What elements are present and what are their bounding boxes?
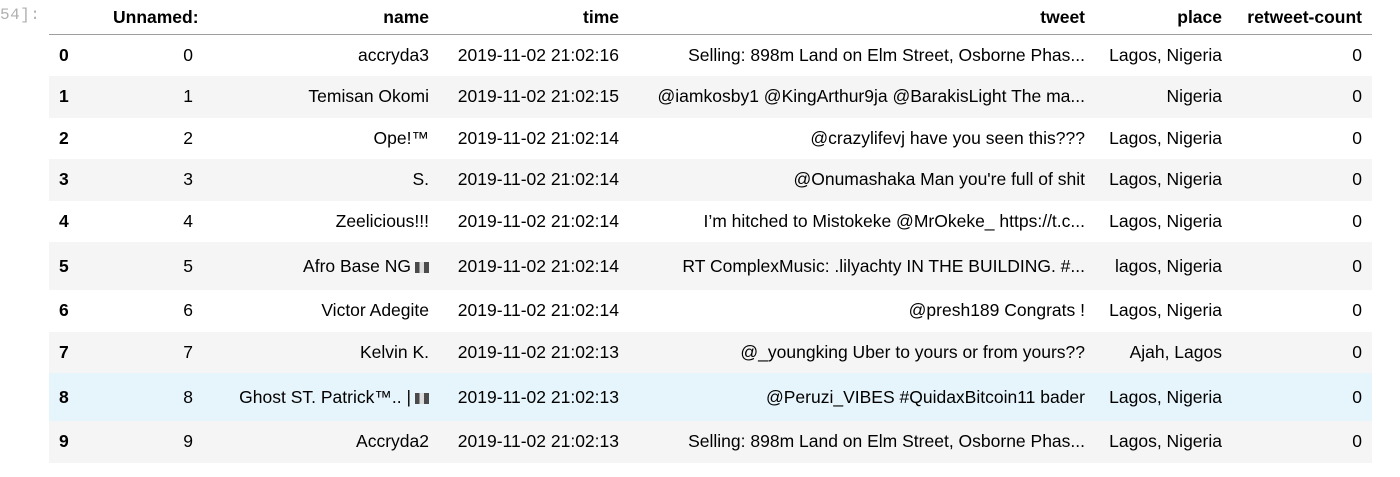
cell-time: 2019-11-02 21:02:14: [457, 169, 619, 190]
cell-name-text: Ghost ST. Patrick™.. |: [239, 386, 411, 407]
table-row: 0 0 accryda3 2019-11-02 21:02:16 Selling…: [49, 34, 1372, 76]
table-row: 1 1 Temisan Okomi 2019-11-02 21:02:15 @i…: [49, 76, 1372, 118]
row-index: 9: [59, 431, 69, 452]
header-row: Unnamed: 0 name time tweet place retweet…: [49, 0, 1372, 35]
cell-retweet-count: 0: [1352, 255, 1362, 276]
table-row: 6 6 Victor Adegite 2019-11-02 21:02:14 @…: [49, 290, 1372, 332]
cell-unnamed: 9: [183, 431, 193, 452]
cell-output-prompt: 54]:: [0, 6, 41, 24]
cell-unnamed: 5: [183, 255, 193, 276]
row-index: 6: [59, 300, 69, 321]
cell-retweet-count: 0: [1352, 127, 1362, 148]
table-row-highlighted: 8 8 Ghost ST. Patrick™.. | 2019-11-02 21…: [49, 373, 1372, 421]
cell-unnamed: 7: [183, 341, 193, 362]
cell-name: Victor Adegite: [321, 300, 429, 321]
dataframe-table: Unnamed: 0 name time tweet place retweet…: [49, 0, 1372, 463]
header-tweet: tweet: [629, 0, 1095, 35]
row-index: 4: [59, 210, 69, 231]
cell-tweet: @iamkosby1 @KingArthur9ja @BarakisLight …: [657, 86, 1085, 107]
cell-unnamed: 6: [183, 300, 193, 321]
row-index: 7: [59, 341, 69, 362]
cell-tweet: @Onumashaka Man you're full of shit: [793, 169, 1085, 190]
cell-tweet: @_youngking Uber to yours or from yours?…: [740, 341, 1085, 362]
cell-place: lagos, Nigeria: [1115, 255, 1222, 276]
cell-time: 2019-11-02 21:02:14: [457, 300, 619, 321]
cell-retweet-count: 0: [1352, 386, 1362, 407]
cell-time: 2019-11-02 21:02:15: [457, 86, 619, 107]
cell-place: Lagos, Nigeria: [1109, 210, 1222, 231]
cell-place: Lagos, Nigeria: [1109, 169, 1222, 190]
header-place: place: [1095, 0, 1232, 35]
row-index: 0: [59, 45, 69, 65]
cell-unnamed: 3: [183, 169, 193, 190]
header-time: time: [439, 0, 629, 35]
cell-time: 2019-11-02 21:02:14: [457, 210, 619, 231]
table-row: 2 2 Ope!™ 2019-11-02 21:02:14 @crazylife…: [49, 117, 1372, 159]
cell-time: 2019-11-02 21:02:14: [457, 127, 619, 148]
cell-retweet-count: 0: [1352, 431, 1362, 452]
table-row: 5 5 Afro Base NG 2019-11-02 21:02:14 RT …: [49, 242, 1372, 290]
table-row: 7 7 Kelvin K. 2019-11-02 21:02:13 @_youn…: [49, 331, 1372, 373]
cell-name: Afro Base NG: [203, 242, 439, 290]
cell-tweet: @presh189 Congrats !: [908, 300, 1085, 321]
table-row: 9 9 Accryda2 2019-11-02 21:02:13 Selling…: [49, 421, 1372, 463]
table-row: 3 3 S. 2019-11-02 21:02:14 @Onumashaka M…: [49, 159, 1372, 201]
cell-name: S.: [412, 169, 429, 190]
cell-time: 2019-11-02 21:02:13: [457, 341, 619, 362]
cell-time: 2019-11-02 21:02:13: [457, 431, 619, 452]
cell-retweet-count: 0: [1352, 45, 1362, 65]
cell-unnamed: 4: [183, 210, 193, 231]
cell-name: Accryda2: [356, 431, 429, 452]
cell-place: Lagos, Nigeria: [1109, 386, 1222, 407]
row-index: 2: [59, 127, 69, 148]
row-index: 1: [59, 86, 69, 107]
header-name: name: [203, 0, 439, 35]
cell-retweet-count: 0: [1352, 210, 1362, 231]
cell-retweet-count: 0: [1352, 341, 1362, 362]
cell-name-text: Afro Base NG: [303, 255, 411, 276]
cell-unnamed: 2: [183, 127, 193, 148]
cell-tweet: @crazylifevj have you seen this???: [810, 127, 1085, 148]
row-index: 5: [59, 255, 69, 276]
cell-retweet-count: 0: [1352, 86, 1362, 107]
cell-place: Nigeria: [1166, 86, 1222, 107]
cell-unnamed: 8: [183, 386, 193, 407]
flag-icon: [415, 261, 429, 273]
cell-name: Temisan Okomi: [308, 86, 429, 107]
header-index: [49, 0, 113, 35]
cell-place: Lagos, Nigeria: [1109, 431, 1222, 452]
cell-retweet-count: 0: [1352, 300, 1362, 321]
dataframe-output: Unnamed: 0 name time tweet place retweet…: [49, 0, 1372, 463]
cell-place: Lagos, Nigeria: [1109, 127, 1222, 148]
cell-name: accryda3: [357, 45, 429, 65]
cell-tweet: @Peruzi_VIBES #QuidaxBitcoin11 bader: [765, 386, 1085, 407]
cell-tweet: I’m hitched to Mistokeke @MrOkeke_ https…: [703, 210, 1085, 231]
cell-retweet-count: 0: [1352, 169, 1362, 190]
cell-place: Ajah, Lagos: [1129, 341, 1222, 362]
flag-icon: [415, 392, 429, 404]
cell-name: Ope!™: [373, 127, 429, 148]
cell-unnamed: 1: [183, 86, 193, 107]
row-index: 8: [59, 386, 69, 407]
cell-tweet: Selling: 898m Land on Elm Street, Osborn…: [688, 431, 1085, 452]
cell-tweet: Selling: 898m Land on Elm Street, Osborn…: [688, 45, 1085, 65]
header-unnamed: Unnamed: 0: [113, 0, 203, 35]
cell-tweet: RT ComplexMusic: .lilyachty IN THE BUILD…: [682, 255, 1085, 276]
cell-unnamed: 0: [183, 45, 193, 65]
cell-time: 2019-11-02 21:02:14: [457, 255, 619, 276]
cell-time: 2019-11-02 21:02:16: [457, 45, 619, 65]
cell-name: Zeelicious!!!: [335, 210, 429, 231]
table-row: 4 4 Zeelicious!!! 2019-11-02 21:02:14 I’…: [49, 200, 1372, 242]
cell-place: Lagos, Nigeria: [1109, 300, 1222, 321]
cell-name: Ghost ST. Patrick™.. |: [203, 373, 439, 421]
header-retweet-count: retweet-count: [1232, 0, 1372, 35]
cell-name: Kelvin K.: [359, 341, 429, 362]
cell-place: Lagos, Nigeria: [1109, 45, 1222, 65]
cell-time: 2019-11-02 21:02:13: [457, 386, 619, 407]
row-index: 3: [59, 169, 69, 190]
